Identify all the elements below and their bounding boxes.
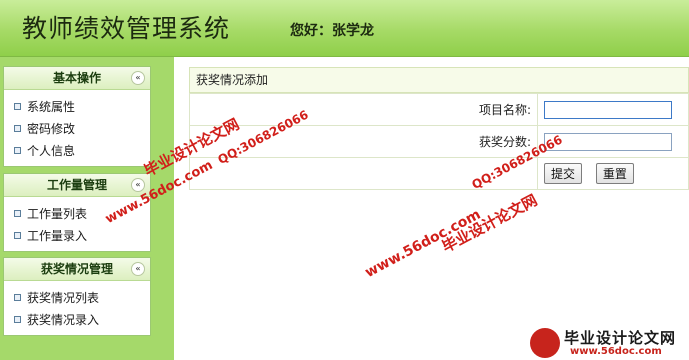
panel-title: 基本操作 (52, 71, 101, 85)
collapse-icon[interactable]: « (131, 178, 145, 192)
sidebar-item-workload-entry[interactable]: 工作量录入 (4, 225, 150, 247)
panel-title: 工作量管理 (46, 178, 107, 192)
project-name-label: 项目名称: (189, 93, 538, 126)
project-name-input[interactable] (544, 100, 672, 119)
collapse-icon[interactable]: « (131, 262, 145, 276)
sidebar-item-personal-info[interactable]: 个人信息 (4, 140, 150, 162)
logo-text: 毕业设计论文网 (564, 329, 677, 347)
user-greeting: 您好：张学龙 (290, 23, 374, 39)
bullet-icon (14, 125, 21, 132)
form-title: 获奖情况添加 (189, 67, 689, 93)
header-bar: 教师绩效管理系统 您好：张学龙 (0, 0, 689, 57)
sidebar-item-award-list[interactable]: 获奖情况列表 (4, 287, 150, 309)
collapse-icon[interactable]: « (131, 71, 145, 85)
bullet-icon (14, 103, 21, 110)
submit-button[interactable]: 提交 (544, 163, 583, 184)
reset-button[interactable]: 重置 (595, 163, 634, 184)
watermark-logo: 毕业设计论文网 www.56doc.com (530, 326, 689, 360)
bullet-icon (14, 294, 21, 301)
panel-basic-operations: 基本操作 « 系统属性 密码修改 个人信息 (3, 66, 151, 167)
bullet-icon (14, 147, 21, 154)
panel-award-management: 获奖情况管理 « 获奖情况列表 获奖情况录入 (3, 257, 151, 336)
bullet-icon (14, 232, 21, 239)
panel-header[interactable]: 获奖情况管理 « (4, 258, 150, 281)
form-actions-row: 提交 重置 (189, 157, 689, 190)
panel-header[interactable]: 工作量管理 « (4, 174, 150, 197)
bullet-icon (14, 210, 21, 217)
logo-url: www.56doc.com (570, 346, 662, 357)
sidebar-item-change-password[interactable]: 密码修改 (4, 118, 150, 140)
bullet-icon (14, 316, 21, 323)
logo-badge-icon (530, 328, 560, 358)
sidebar: 基本操作 « 系统属性 密码修改 个人信息 工作量管理 « 工作量列表 工作量录… (0, 57, 174, 360)
form-row: 项目名称: (189, 93, 689, 126)
panel-header[interactable]: 基本操作 « (4, 67, 150, 90)
app-title: 教师绩效管理系统 (22, 14, 231, 43)
sidebar-item-award-entry[interactable]: 获奖情况录入 (4, 309, 150, 331)
sidebar-item-system-properties[interactable]: 系统属性 (4, 96, 150, 118)
panel-title: 获奖情况管理 (40, 262, 113, 276)
